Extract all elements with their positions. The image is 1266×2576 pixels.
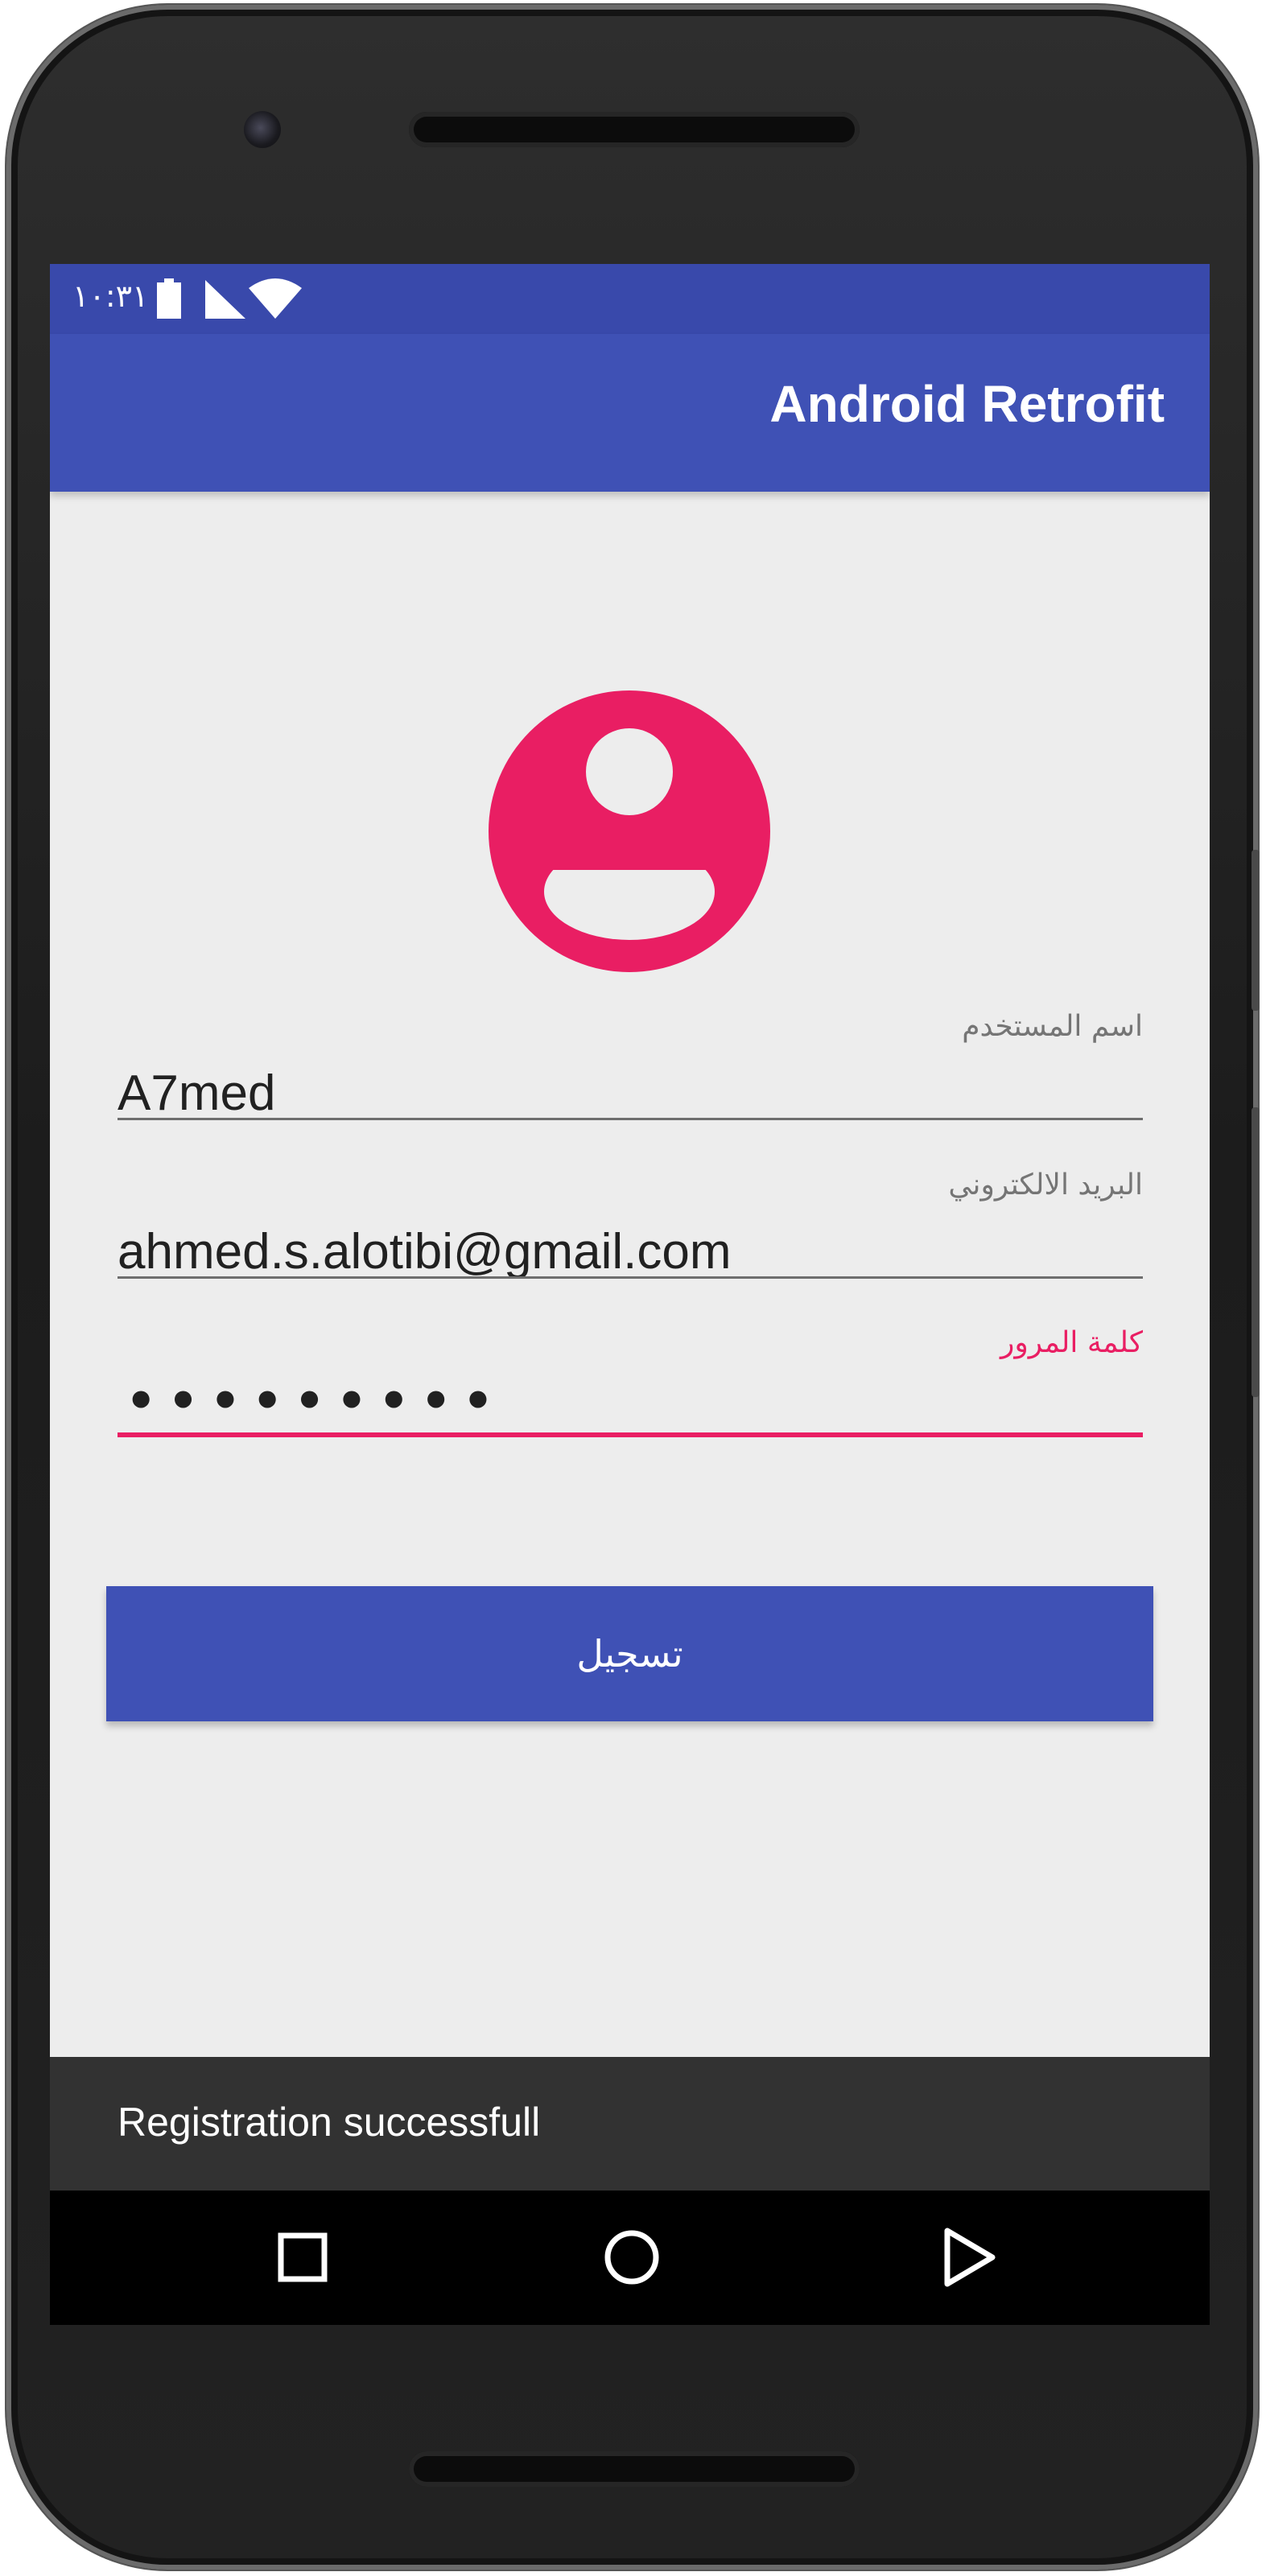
password-input[interactable]: •••••••••: [126, 1373, 505, 1429]
volume-button: [1252, 1107, 1260, 1397]
username-underline: [118, 1118, 1143, 1120]
email-label: البريد الالكتروني: [948, 1168, 1143, 1201]
register-button[interactable]: تسجيل: [106, 1586, 1153, 1721]
battery-icon: [157, 278, 181, 319]
power-button: [1252, 850, 1260, 1011]
navigation-bar: [50, 2191, 1210, 2325]
wifi-icon: [249, 278, 302, 319]
password-label: كلمة المرور: [1000, 1326, 1143, 1359]
app-toolbar: Android Retrofit: [50, 334, 1210, 492]
email-field[interactable]: البريد الالكتروني ahmed.s.alotibi@gmail.…: [118, 1152, 1143, 1289]
username-input[interactable]: A7med: [118, 1065, 275, 1122]
snackbar-message: Registration successfull: [118, 2100, 541, 2145]
snackbar: Registration successfull: [50, 2057, 1210, 2191]
email-underline: [118, 1276, 1143, 1279]
account-circle-icon: [489, 690, 770, 972]
recents-icon[interactable]: [268, 2223, 337, 2292]
status-bar: ١٠:٣١: [50, 264, 1210, 334]
username-field[interactable]: اسم المستخدم A7med: [118, 994, 1143, 1131]
home-icon[interactable]: [597, 2223, 666, 2292]
toolbar-title: Android Retrofit: [769, 375, 1165, 433]
top-speaker: [409, 112, 860, 147]
status-time: ١٠:٣١: [72, 278, 149, 314]
bottom-speaker: [409, 2451, 860, 2487]
back-icon[interactable]: [933, 2223, 1002, 2292]
front-camera: [244, 111, 281, 148]
app-screen: ١٠:٣١ Android Retrofit اسم المستخدم A7me…: [50, 264, 1210, 2325]
password-field[interactable]: كلمة المرور •••••••••: [118, 1310, 1143, 1455]
email-input[interactable]: ahmed.s.alotibi@gmail.com: [118, 1223, 731, 1280]
password-underline: [118, 1432, 1143, 1437]
signal-icon: [205, 280, 245, 319]
username-label: اسم المستخدم: [962, 1010, 1143, 1043]
